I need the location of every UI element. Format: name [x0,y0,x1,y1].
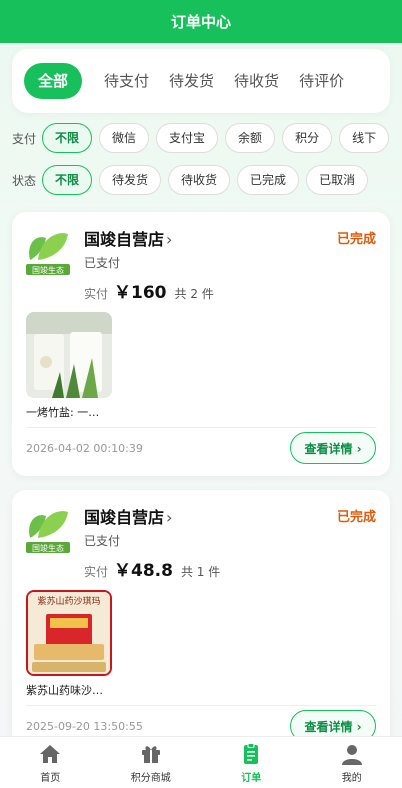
status-chip-cancelled[interactable]: 已取消 [306,165,369,195]
tabbar-label: 订单 [241,773,262,784]
shop-name[interactable]: 国竣自营店 › [84,226,172,250]
price-line: 实付 ￥48.8 共 1 件 [84,556,220,581]
gift-icon [141,746,160,763]
paid-label: 实付 [84,565,109,579]
payment-chip-balance[interactable]: 余额 [225,123,276,153]
tab-all[interactable]: 全部 [24,63,83,99]
svg-text:国竣生态: 国竣生态 [32,265,64,275]
payment-filter-label: 支付 [12,131,37,146]
chevron-right-icon: › [166,230,173,249]
product-thumbnail[interactable] [26,312,112,398]
order-price: ￥48.8 [114,561,173,581]
product-name: 紫苏山药味沙… [26,684,103,697]
payment-chip-points[interactable]: 积分 [282,123,333,153]
view-details-button[interactable]: 查看详情 › [290,432,376,464]
order-tabs: 全部 待支付 待发货 待收货 待评价 [12,49,390,113]
pay-status: 已支付 [84,534,121,548]
status-chip-pending-shipment[interactable]: 待发货 [99,165,162,195]
tabbar-item-orders[interactable]: 订单 [201,737,302,788]
order-date: 2025-09-20 13:50:55 [26,720,143,733]
order-status: 已完成 [336,510,376,525]
tabbar-label: 首页 [40,773,61,784]
payment-chip-any[interactable]: 不限 [42,123,93,153]
divider [26,427,376,428]
tab-pending-review[interactable]: 待评价 [299,63,344,99]
user-icon [341,745,362,765]
product-name: 一烤竹盐: 一… [26,406,100,419]
tabbar-item-points-mall[interactable]: 积分商城 [101,737,202,788]
shop-logo: 国竣生态 [24,224,72,278]
status-chip-pending-receipt[interactable]: 待收货 [168,165,231,195]
tabbar-item-profile[interactable]: 我的 [302,737,402,788]
order-card[interactable]: 国竣生态 国竣自营店 › 已完成 已支付 实付 ￥48.8 共 1 件 紫苏山药沙… [12,490,390,752]
tabbar-label: 积分商城 [130,773,171,784]
payment-chip-offline[interactable]: 线下 [339,123,390,153]
status-chip-any[interactable]: 不限 [42,165,93,195]
chevron-right-icon: › [166,508,173,527]
page-title: 订单中心 [170,13,231,31]
product-thumbnail[interactable]: 紫苏山药沙琪玛 [26,590,112,676]
payment-chip-wechat[interactable]: 微信 [99,123,150,153]
paid-label: 实付 [84,287,109,301]
payment-chip-alipay[interactable]: 支付宝 [156,123,219,153]
page-header: 订单中心 [0,0,402,43]
item-count: 共 1 件 [180,565,221,579]
pay-status: 已支付 [84,256,121,270]
order-icon [244,743,259,764]
order-date: 2026-04-02 00:10:39 [26,442,143,455]
tab-pending-payment[interactable]: 待支付 [104,63,149,99]
tab-pending-shipment[interactable]: 待发货 [169,63,214,99]
status-chip-completed[interactable]: 已完成 [237,165,300,195]
shop-name[interactable]: 国竣自营店 › [84,504,172,528]
divider [26,705,376,706]
order-status: 已完成 [336,232,376,247]
tabbar-item-home[interactable]: 首页 [0,737,101,788]
bottom-tabbar: 首页 积分商城 订单 我的 [0,736,402,788]
tab-pending-receipt[interactable]: 待收货 [234,63,279,99]
svg-text:紫苏山药沙琪玛: 紫苏山药沙琪玛 [37,595,100,607]
shop-logo: 国竣生态 [24,502,72,556]
home-icon [40,745,61,763]
order-card[interactable]: 国竣生态 国竣自营店 › 已完成 已支付 实付 ￥160 共 2 件 一烤竹盐: … [12,212,390,476]
tabbar-label: 我的 [341,773,362,784]
status-filter-row: 状态 不限 待发货 待收货 已完成 已取消 [12,164,402,196]
item-count: 共 2 件 [174,287,214,301]
order-price: ￥160 [114,283,167,303]
svg-text:国竣生态: 国竣生态 [32,543,64,553]
payment-filter-row: 支付 不限 微信 支付宝 余额 积分 线下 [12,122,402,154]
price-line: 实付 ￥160 共 2 件 [84,278,214,303]
status-filter-label: 状态 [12,173,37,188]
